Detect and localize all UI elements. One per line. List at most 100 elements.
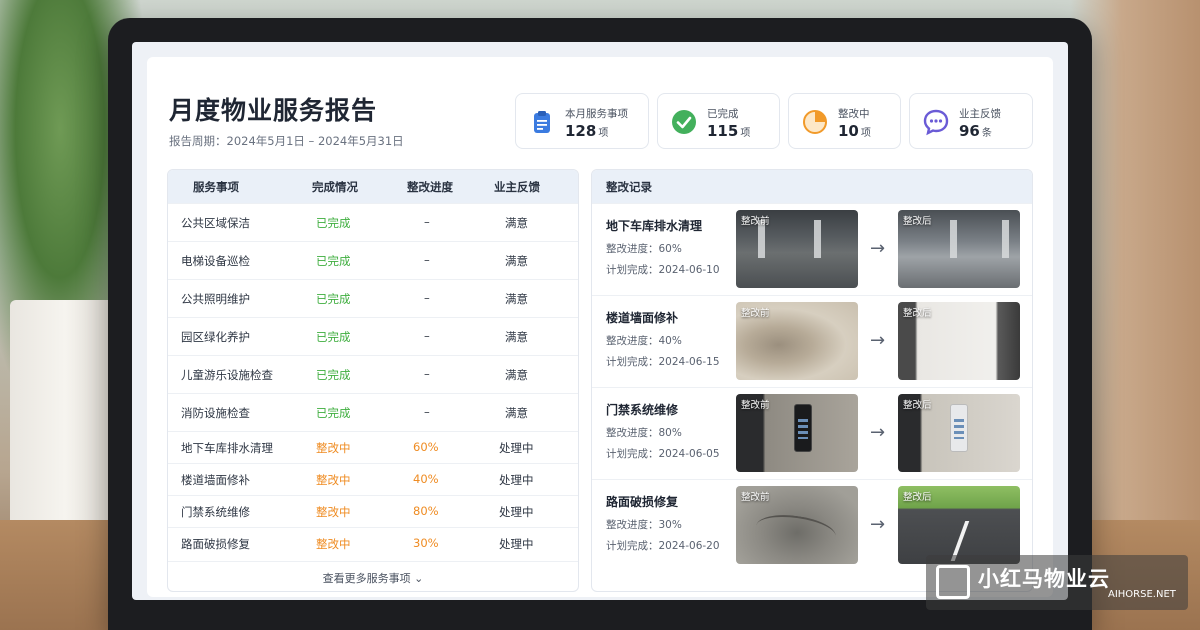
records-title: 整改记录 [606, 180, 652, 194]
table-row[interactable]: 地下车库排水清理 整改中 60% 处理中 [168, 431, 578, 463]
cell-status: 已完成 [316, 406, 351, 420]
stat-label: 已完成 [707, 108, 739, 120]
cell-item: 公共区域保洁 [181, 216, 250, 230]
cell-feedback: 满意 [505, 292, 528, 306]
record-name: 楼道墙面修补 [606, 311, 679, 325]
background-pot [10, 300, 120, 530]
stat-value: 96 条 [959, 122, 992, 140]
record-plan-date: 计划完成：2024-06-20 [606, 540, 720, 552]
record-progress: 整改进度：80% [606, 427, 682, 439]
view-more-link[interactable]: 查看更多服务事项 ⌄ [168, 561, 578, 591]
cell-status: 整改中 [316, 473, 351, 487]
table-row[interactable]: 公共照明维护 已完成 – 满意 [168, 279, 578, 317]
cell-status: 整改中 [316, 505, 351, 519]
stat-card-completed[interactable]: 已完成 115 项 [657, 93, 780, 149]
table-body: 公共区域保洁 已完成 – 满意 电梯设备巡检 已完成 – 满意 公共照明维护 已完成 – 满意 园区绿化… [168, 203, 578, 559]
cell-feedback: 满意 [505, 254, 528, 268]
cell-item: 楼道墙面修补 [181, 473, 250, 487]
keypad-icon [794, 404, 812, 452]
stat-value: 10 项 [838, 122, 871, 140]
report-period-label: 报告周期： [169, 134, 227, 148]
cell-progress: – [424, 329, 430, 343]
clipboard-icon [534, 111, 550, 133]
after-photo[interactable]: 整改后 [898, 210, 1020, 288]
cell-progress: 30% [413, 536, 439, 550]
cell-item: 消防设施检查 [181, 406, 250, 420]
before-tag: 整改前 [741, 308, 770, 319]
table-row[interactable]: 门禁系统维修 整改中 80% 处理中 [168, 495, 578, 527]
stat-card-feedback[interactable]: 业主反馈 96 条 [909, 93, 1033, 149]
after-tag: 整改后 [903, 492, 932, 503]
chat-bubble-icon [923, 109, 949, 136]
cell-feedback: 满意 [505, 368, 528, 382]
table-row[interactable]: 儿童游乐设施检查 已完成 – 满意 [168, 355, 578, 393]
cell-progress: – [424, 367, 430, 381]
cell-status: 已完成 [316, 292, 351, 306]
after-photo[interactable]: 整改后 [898, 486, 1020, 564]
record-name: 门禁系统维修 [606, 403, 679, 417]
column-header-progress: 整改进度 [407, 180, 453, 194]
arrow-right-icon: → [870, 238, 886, 259]
record-plan-date: 计划完成：2024-06-15 [606, 356, 720, 368]
cell-status: 已完成 [316, 216, 351, 230]
cell-feedback: 处理中 [499, 441, 534, 455]
cell-progress: – [424, 405, 430, 419]
cell-feedback: 处理中 [499, 537, 534, 551]
column-header-item: 服务事项 [193, 180, 239, 194]
before-tag: 整改前 [741, 216, 770, 227]
table-row[interactable]: 消防设施检查 已完成 – 满意 [168, 393, 578, 431]
stat-label: 业主反馈 [959, 108, 1001, 120]
after-tag: 整改后 [903, 308, 932, 319]
stat-label: 整改中 [838, 108, 870, 120]
table-row[interactable]: 园区绿化养护 已完成 – 满意 [168, 317, 578, 355]
table-row[interactable]: 楼道墙面修补 整改中 40% 处理中 [168, 463, 578, 495]
before-tag: 整改前 [741, 400, 770, 411]
before-photo[interactable]: 整改前 [736, 302, 858, 380]
cell-feedback: 处理中 [499, 505, 534, 519]
before-photo[interactable]: 整改前 [736, 210, 858, 288]
stat-value: 115 项 [707, 122, 751, 140]
cell-progress: 80% [413, 504, 439, 518]
record-progress: 整改进度：60% [606, 243, 682, 255]
column-header-status: 完成情况 [312, 180, 358, 194]
stat-label: 本月服务事项 [565, 108, 628, 120]
table-row[interactable]: 公共区域保洁 已完成 – 满意 [168, 203, 578, 241]
stat-card-in-progress[interactable]: 整改中 10 项 [788, 93, 901, 149]
pie-progress-icon [803, 110, 827, 134]
cell-status: 整改中 [316, 441, 351, 455]
before-photo[interactable]: 整改前 [736, 486, 858, 564]
table-row[interactable]: 路面破损修复 整改中 30% 处理中 [168, 527, 578, 559]
cell-item: 园区绿化养护 [181, 330, 250, 344]
after-tag: 整改后 [903, 216, 932, 227]
arrow-right-icon: → [870, 514, 886, 535]
record-item[interactable]: 楼道墙面修补 整改进度：40% 计划完成：2024-06-15 整改前 → 整改… [592, 295, 1032, 387]
cell-progress: – [424, 291, 430, 305]
report-panel: 月度物业服务报告 报告周期：2024年5月1日 – 2024年5月31日 本月服… [147, 57, 1053, 597]
stat-card-total[interactable]: 本月服务事项 128 项 [515, 93, 649, 149]
cell-item: 门禁系统维修 [181, 505, 250, 519]
record-name: 路面破损修复 [606, 495, 679, 509]
after-photo[interactable]: 整改后 [898, 302, 1020, 380]
cell-status: 已完成 [316, 368, 351, 382]
arrow-right-icon: → [870, 330, 886, 351]
cell-feedback: 处理中 [499, 473, 534, 487]
service-table: 服务事项 完成情况 整改进度 业主反馈 公共区域保洁 已完成 – 满意 电梯设备巡检 已完… [167, 169, 579, 592]
rectification-records: 整改记录 地下车库排水清理 整改进度：60% 计划完成：2024-06-10 整… [591, 169, 1033, 592]
cell-item: 儿童游乐设施检查 [181, 368, 273, 382]
cell-feedback: 满意 [505, 330, 528, 344]
table-row[interactable]: 电梯设备巡检 已完成 – 满意 [168, 241, 578, 279]
record-item[interactable]: 门禁系统维修 整改进度：80% 计划完成：2024-06-05 整改前 → 整改… [592, 387, 1032, 479]
cell-status: 整改中 [316, 537, 351, 551]
cell-progress: – [424, 253, 430, 267]
brand-watermark: 小红马物业云 AIHORSE.NET [926, 555, 1188, 610]
arrow-right-icon: → [870, 422, 886, 443]
cell-feedback: 满意 [505, 406, 528, 420]
stat-value: 128 项 [565, 122, 609, 140]
cell-status: 已完成 [316, 330, 351, 344]
record-plan-date: 计划完成：2024-06-05 [606, 448, 720, 460]
before-photo[interactable]: 整改前 [736, 394, 858, 472]
after-photo[interactable]: 整改后 [898, 394, 1020, 472]
record-item[interactable]: 地下车库排水清理 整改进度：60% 计划完成：2024-06-10 整改前 → … [592, 203, 1032, 295]
page-title: 月度物业服务报告 [169, 96, 378, 125]
cell-progress: 40% [413, 472, 439, 486]
